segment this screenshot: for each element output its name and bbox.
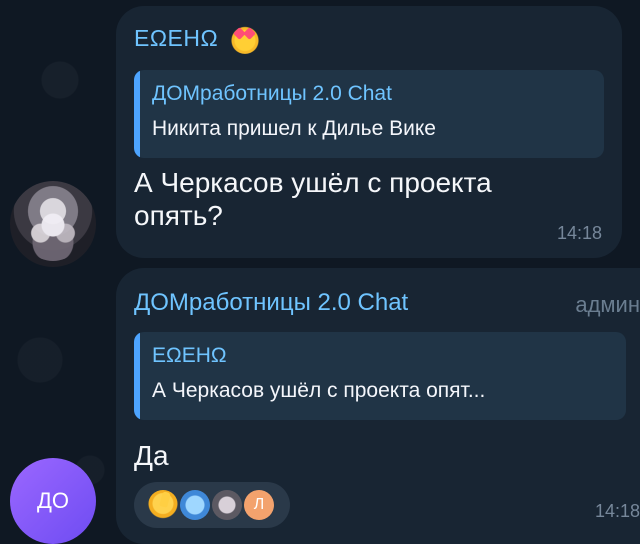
reply-text: А Черкасов ушёл с проекта опят... (152, 379, 486, 402)
sender-name[interactable]: ЕΩЕНΩ (134, 25, 218, 52)
reply-preview[interactable]: ДОМработницы 2.0 Chat Никита пришел к Ди… (134, 70, 604, 158)
message-bubble[interactable]: ДОМработницы 2.0 Chat админ ЕΩЕНΩ А Черк… (116, 268, 640, 544)
message-bubble[interactable]: ЕΩЕНΩ ДОМработницы 2.0 Chat Никита прише… (116, 6, 622, 258)
avatar-photo[interactable] (10, 181, 96, 267)
sticker-icon[interactable] (180, 490, 210, 520)
avatar-reaction-icon[interactable] (212, 490, 242, 520)
thumbs-up-icon[interactable] (148, 490, 178, 520)
message-time: 14:18 (556, 223, 602, 243)
avatar-letter[interactable]: ДО (10, 458, 96, 544)
message-time: 14:18 (594, 501, 640, 521)
message-text: А Черкасов ушёл с проекта опять? (134, 167, 492, 231)
avatar-initials: ДО (36, 488, 69, 513)
reactions-bar[interactable]: Л (134, 482, 290, 528)
sender-name[interactable]: ДОМработницы 2.0 Chat (134, 289, 408, 317)
reply-title: ЕΩЕНΩ (152, 344, 227, 367)
letter-badge-icon[interactable]: Л (244, 490, 274, 520)
heart-eyes-icon (230, 24, 260, 54)
reply-title: ДОМработницы 2.0 Chat (152, 82, 392, 105)
admin-label: админ (575, 292, 640, 317)
reply-text: Никита пришел к Дилье Вике (152, 117, 436, 140)
avatar-image (22, 199, 84, 261)
reply-preview[interactable]: ЕΩЕНΩ А Черкасов ушёл с проекта опят... (134, 332, 626, 420)
message-text: Да (134, 440, 169, 471)
